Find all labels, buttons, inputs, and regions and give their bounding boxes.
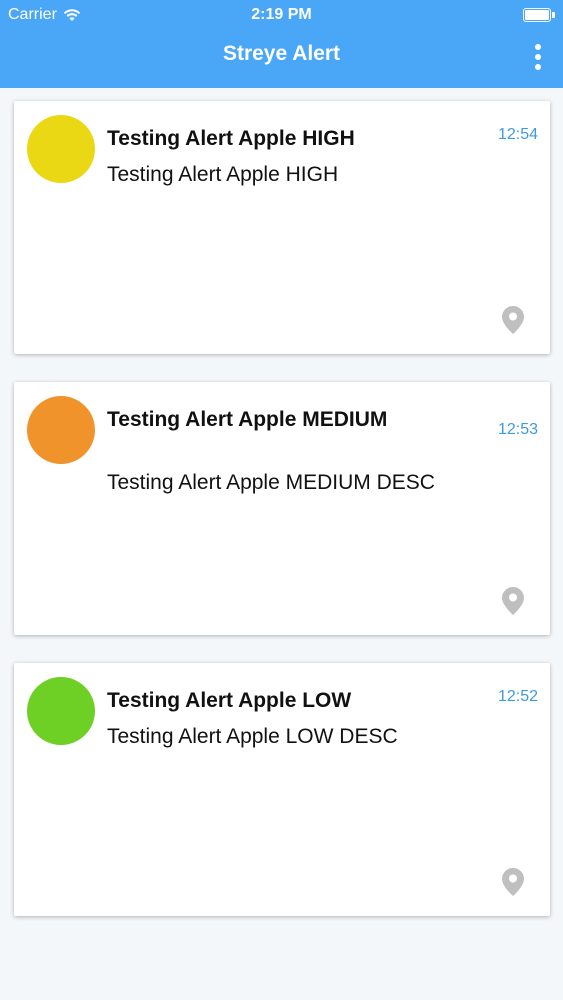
alert-description: Testing Alert Apple LOW DESC bbox=[107, 725, 398, 748]
alert-time: 12:52 bbox=[497, 688, 538, 705]
location-pin-icon[interactable] bbox=[502, 587, 524, 615]
status-time: 2:19 PM bbox=[251, 6, 312, 23]
alert-title: Testing Alert Apple HIGH bbox=[107, 127, 355, 150]
severity-indicator-icon bbox=[27, 396, 95, 464]
alert-title: Testing Alert Apple LOW bbox=[107, 689, 352, 712]
page-title: Streye Alert bbox=[222, 42, 341, 65]
alert-description: Testing Alert Apple MEDIUM DESC bbox=[107, 471, 435, 494]
alert-description: Testing Alert Apple HIGH bbox=[107, 163, 339, 186]
battery-icon bbox=[523, 8, 555, 22]
alert-card-low[interactable]: Testing Alert Apple LOW Testing Alert Ap… bbox=[14, 663, 550, 916]
severity-indicator-icon bbox=[27, 115, 95, 183]
alert-title: Testing Alert Apple MEDIUM bbox=[107, 408, 388, 431]
location-pin-icon[interactable] bbox=[502, 868, 524, 896]
alert-time: 12:53 bbox=[497, 421, 538, 438]
status-bar: Carrier 2:19 PM bbox=[0, 0, 563, 30]
app-header: Carrier 2:19 PM Streye Alert bbox=[0, 0, 563, 88]
location-pin-icon[interactable] bbox=[502, 306, 524, 334]
more-vertical-icon[interactable] bbox=[531, 44, 545, 70]
alert-time: 12:54 bbox=[497, 126, 538, 143]
alert-card-high[interactable]: Testing Alert Apple HIGH Testing Alert A… bbox=[14, 101, 550, 354]
alert-card-medium[interactable]: Testing Alert Apple MEDIUM Testing Alert… bbox=[14, 382, 550, 635]
severity-indicator-icon bbox=[27, 677, 95, 745]
